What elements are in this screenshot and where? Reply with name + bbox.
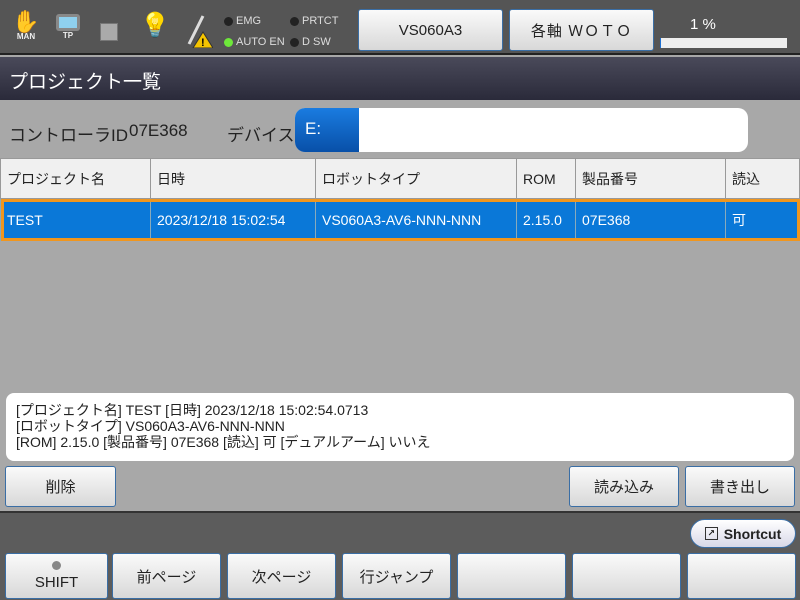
function-key-4[interactable]: 行ジャンプ [342,553,451,599]
cell: VS060A3-AV6-NNN-NNN [315,198,517,241]
table-header: プロジェクト名 日時 ロボットタイプ ROM 製品番号 読込 [0,158,800,199]
column-header[interactable]: 製品番号 [575,158,726,199]
column-header[interactable]: 読込 [725,158,800,199]
function-key-label: 次ページ [251,568,312,586]
function-key-label: 前ページ [136,568,197,586]
detail-line: [ROM] 2.15.0 [製品番号] 07E368 [読込] 可 [デュアルア… [16,434,431,450]
dsw-indicator: D SW [290,36,331,48]
cell: 2023/12/18 15:02:54 [150,198,316,241]
cell: 2.15.0 [516,198,576,241]
led-icon [290,37,299,47]
shortcut-button[interactable]: ↗ Shortcut [690,519,796,548]
manual-mode-icon[interactable]: ✋ MAN [12,10,40,42]
stop-icon[interactable] [100,23,118,41]
column-header[interactable]: ROM [516,158,576,199]
shift-led-icon [52,561,61,570]
led-icon [224,37,233,47]
export-button[interactable]: 書き出し [685,466,795,507]
robot-type-button[interactable]: VS060A3 [358,9,503,51]
auto-en-indicator: AUTO EN [224,36,285,48]
light-bulb-icon[interactable]: 💡 [140,11,170,40]
controller-id-label: コントローラID [9,126,128,145]
column-header[interactable]: ロボットタイプ [315,158,517,199]
teach-pendant-icon[interactable]: TP [55,14,81,40]
project-table: プロジェクト名 日時 ロボットタイプ ROM 製品番号 読込 TEST 2023… [0,158,800,241]
detail-line: [ロボットタイプ] VS060A3-AV6-NNN-NNN [16,418,285,434]
wrench-warning-icon[interactable]: ! [183,12,214,53]
shift-button[interactable]: SHIFT [5,553,108,599]
cell: 07E368 [575,198,726,241]
led-icon [224,16,233,26]
speed-text: 1 % [690,16,716,33]
column-header[interactable]: 日時 [150,158,316,199]
device-value: E: [295,108,359,152]
delete-button[interactable]: 削除 [5,466,116,507]
function-key-label: SHIFT [34,574,79,591]
function-key-3[interactable]: 次ページ [227,553,336,599]
detail-line: [プロジェクト名] TEST [日時] 2023/12/18 15:02:54.… [16,402,369,418]
device-label: デバイス [227,126,295,145]
speed-bar [660,38,787,48]
table-row[interactable]: TEST 2023/12/18 15:02:54 VS060A3-AV6-NNN… [0,198,800,241]
shortcut-icon: ↗ [704,527,718,540]
cell: 可 [725,198,800,241]
axis-mode-button[interactable]: 各軸 ＷＯＴＯ [509,9,654,51]
svg-text:!: ! [201,37,205,48]
cell: TEST [0,198,151,241]
controller-row: コントローラID 07E368 デバイス E: [0,100,800,158]
column-header[interactable]: プロジェクト名 [0,158,151,199]
function-key-5[interactable] [457,553,566,599]
load-button[interactable]: 読み込み [569,466,679,507]
status-bar: ✋ MAN TP 💡 ! EMG PRTCT AUTO EN D SW VS06… [0,0,800,55]
prtct-indicator: PRTCT [290,15,338,27]
function-key-6[interactable] [572,553,681,599]
page-title: プロジェクト一覧 [0,57,800,100]
function-bar: ↗ Shortcut SHIFT 前ページ 次ページ 行ジャンプ [0,511,800,600]
function-key-7[interactable] [687,553,796,599]
function-key-label: 行ジャンプ [359,568,434,586]
project-details: [プロジェクト名] TEST [日時] 2023/12/18 15:02:54.… [6,393,794,461]
emg-indicator: EMG [224,15,261,27]
function-key-2[interactable]: 前ページ [112,553,221,599]
device-selector[interactable]: E: [295,108,748,152]
controller-id-value: 07E368 [129,121,188,140]
led-icon [290,16,299,26]
